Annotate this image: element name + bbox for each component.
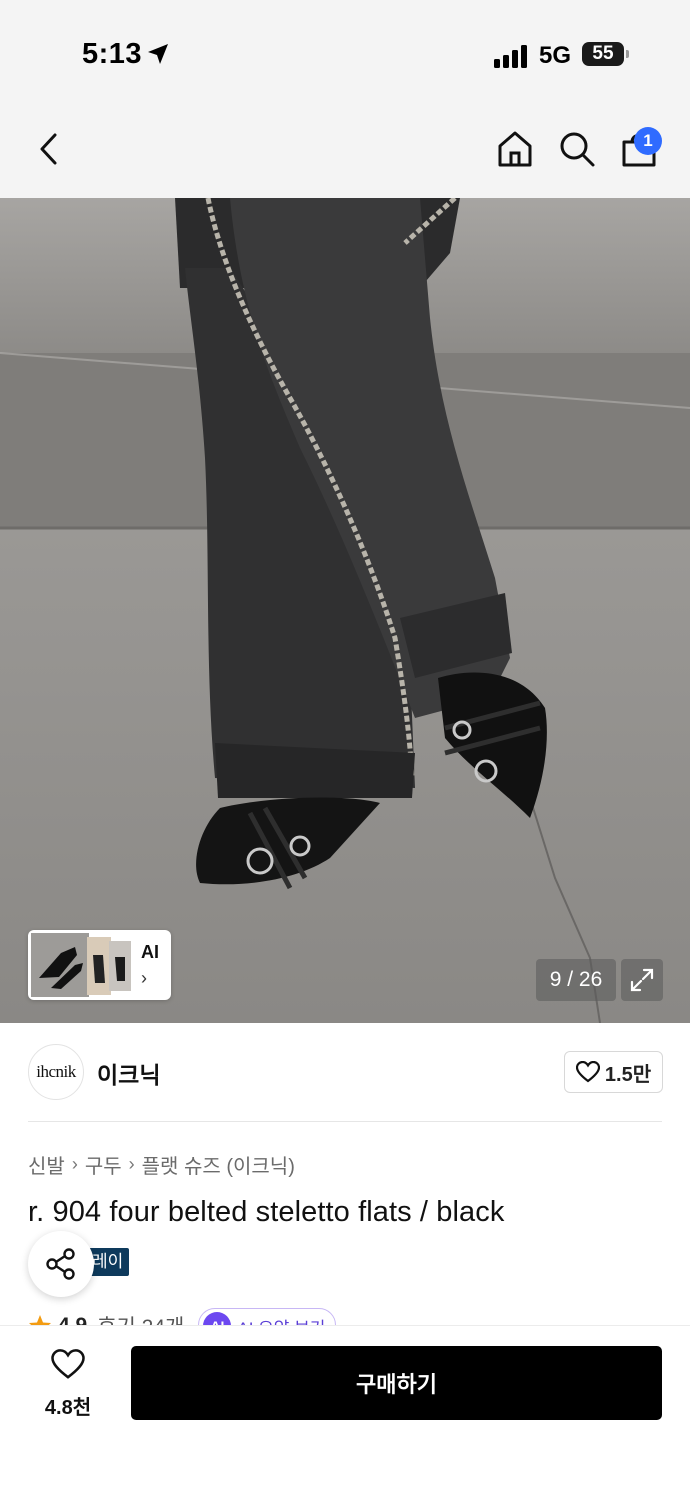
image-counter: 9 / 26 xyxy=(536,959,616,1001)
rating-row: 4.9 후기 24개 AI AI 요약 보기 xyxy=(28,1304,668,1326)
search-icon xyxy=(560,132,595,167)
home-icon xyxy=(498,131,532,167)
status-bar: 5:13 5G 55 xyxy=(0,0,690,100)
expand-image-button[interactable] xyxy=(621,959,663,1001)
heart-icon xyxy=(51,1349,85,1379)
ai-thumbnail-images xyxy=(31,933,131,997)
wishlist-button[interactable]: 4.8천 xyxy=(28,1345,108,1420)
signal-icon xyxy=(494,44,530,68)
buy-button[interactable]: 구매하기 xyxy=(131,1346,662,1420)
brand-like-button[interactable]: 1.5만 xyxy=(564,1051,663,1093)
product-photo xyxy=(0,198,690,1023)
ai-summary-button[interactable]: AI AI 요약 보기 xyxy=(198,1308,337,1326)
network-label: 5G xyxy=(539,42,572,69)
heart-icon xyxy=(575,1061,600,1083)
status-time: 5:13 xyxy=(82,38,143,70)
product-title: r. 904 four belted steletto flats / blac… xyxy=(28,1196,505,1228)
breadcrumb-separator-icon: › xyxy=(128,1154,135,1174)
review-count-link[interactable]: 후기 24개 xyxy=(97,1311,184,1326)
battery-cap xyxy=(626,50,629,58)
brand-like-count: 1.5만 xyxy=(604,1063,652,1086)
brand-logo[interactable]: ihcnik xyxy=(28,1044,84,1100)
wishlist-count: 4.8천 xyxy=(44,1397,92,1419)
back-icon xyxy=(40,133,57,165)
expand-icon xyxy=(630,968,654,992)
ai-label: AI xyxy=(141,942,159,962)
location-arrow-icon xyxy=(148,44,168,64)
divider xyxy=(28,1121,662,1122)
cart-count-badge: 1 xyxy=(634,127,662,155)
home-button[interactable] xyxy=(492,100,538,198)
breadcrumb-item-shoes[interactable]: 신발 xyxy=(28,1150,65,1179)
ai-badge-icon: AI xyxy=(203,1312,232,1326)
share-icon xyxy=(46,1248,75,1280)
product-image-gallery[interactable] xyxy=(0,198,690,1023)
top-nav-bar: 1 xyxy=(0,100,690,198)
back-button[interactable] xyxy=(24,100,74,198)
breadcrumb: 신발 › 구두 › 플랫 슈즈 (이크닉) xyxy=(28,1150,295,1179)
chevron-right-icon: › xyxy=(141,968,147,988)
breadcrumb-item-flat-shoes[interactable]: 플랫 슈즈 (이크닉) xyxy=(142,1150,295,1179)
share-button[interactable] xyxy=(28,1231,94,1297)
battery-icon: 55 xyxy=(582,42,624,66)
search-button[interactable] xyxy=(554,100,600,198)
breadcrumb-item-dress-shoes[interactable]: 구두 xyxy=(85,1150,122,1179)
breadcrumb-separator-icon: › xyxy=(71,1154,78,1174)
ai-similar-items-button[interactable]: AI › xyxy=(28,930,171,1000)
brand-name[interactable]: 이크닉 xyxy=(97,1056,160,1090)
